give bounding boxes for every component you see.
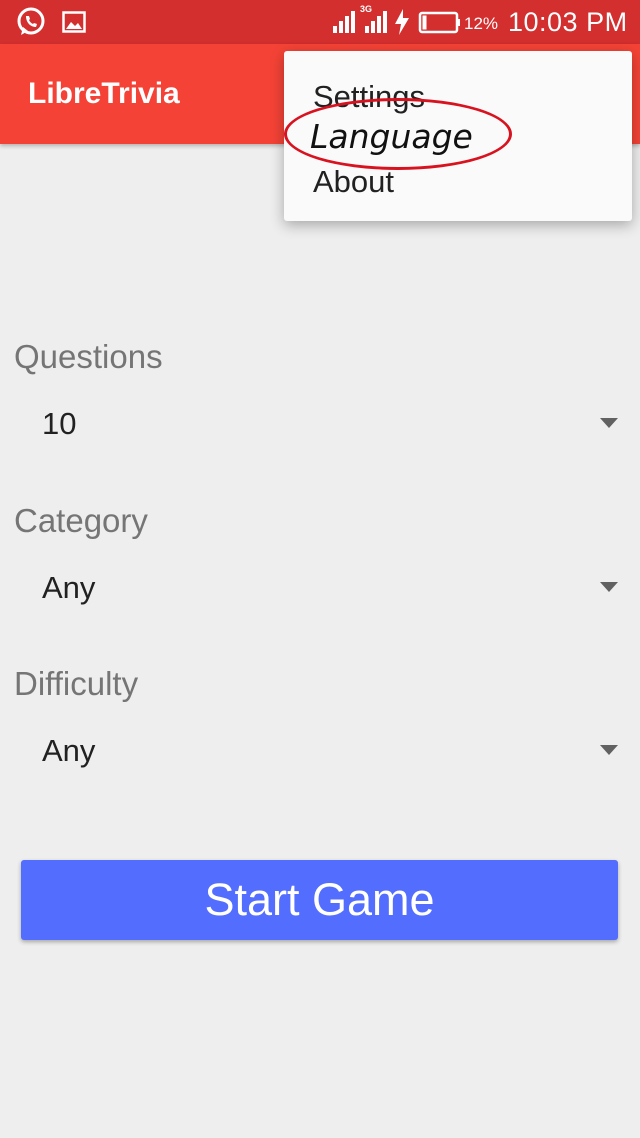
menu-item-settings[interactable]: Settings xyxy=(313,79,425,115)
questions-label: Questions xyxy=(14,338,163,375)
category-spinner[interactable]: Any xyxy=(14,558,626,618)
status-bar: 3G 12% 10:03 PM xyxy=(0,0,640,44)
dropdown-arrow-icon xyxy=(600,745,618,755)
questions-value: 10 xyxy=(42,406,77,441)
app-title: LibreTrivia xyxy=(28,77,180,110)
difficulty-value: Any xyxy=(42,733,96,768)
battery-percent: 12% xyxy=(464,14,499,33)
start-game-button[interactable]: Start Game xyxy=(21,860,618,940)
battery-icon xyxy=(418,0,462,44)
overflow-menu: Settings Language About xyxy=(284,51,632,221)
category-label: Category xyxy=(14,502,148,539)
difficulty-spinner[interactable]: Any xyxy=(14,721,626,781)
category-value: Any xyxy=(42,570,96,605)
signal-3g-icon: 3G xyxy=(359,0,391,44)
difficulty-label: Difficulty xyxy=(14,665,139,702)
clock: 10:03 PM xyxy=(508,7,628,37)
dropdown-arrow-icon xyxy=(600,418,618,428)
whatsapp-icon xyxy=(15,6,47,43)
network-type-label: 3G xyxy=(360,4,373,14)
signal-icon xyxy=(331,0,357,44)
image-icon xyxy=(62,11,86,38)
questions-spinner[interactable]: 10 xyxy=(14,394,626,454)
menu-item-about[interactable]: About xyxy=(313,164,394,200)
menu-item-language[interactable]: Language xyxy=(310,117,473,156)
dropdown-arrow-icon xyxy=(600,582,618,592)
charging-icon xyxy=(392,0,412,44)
